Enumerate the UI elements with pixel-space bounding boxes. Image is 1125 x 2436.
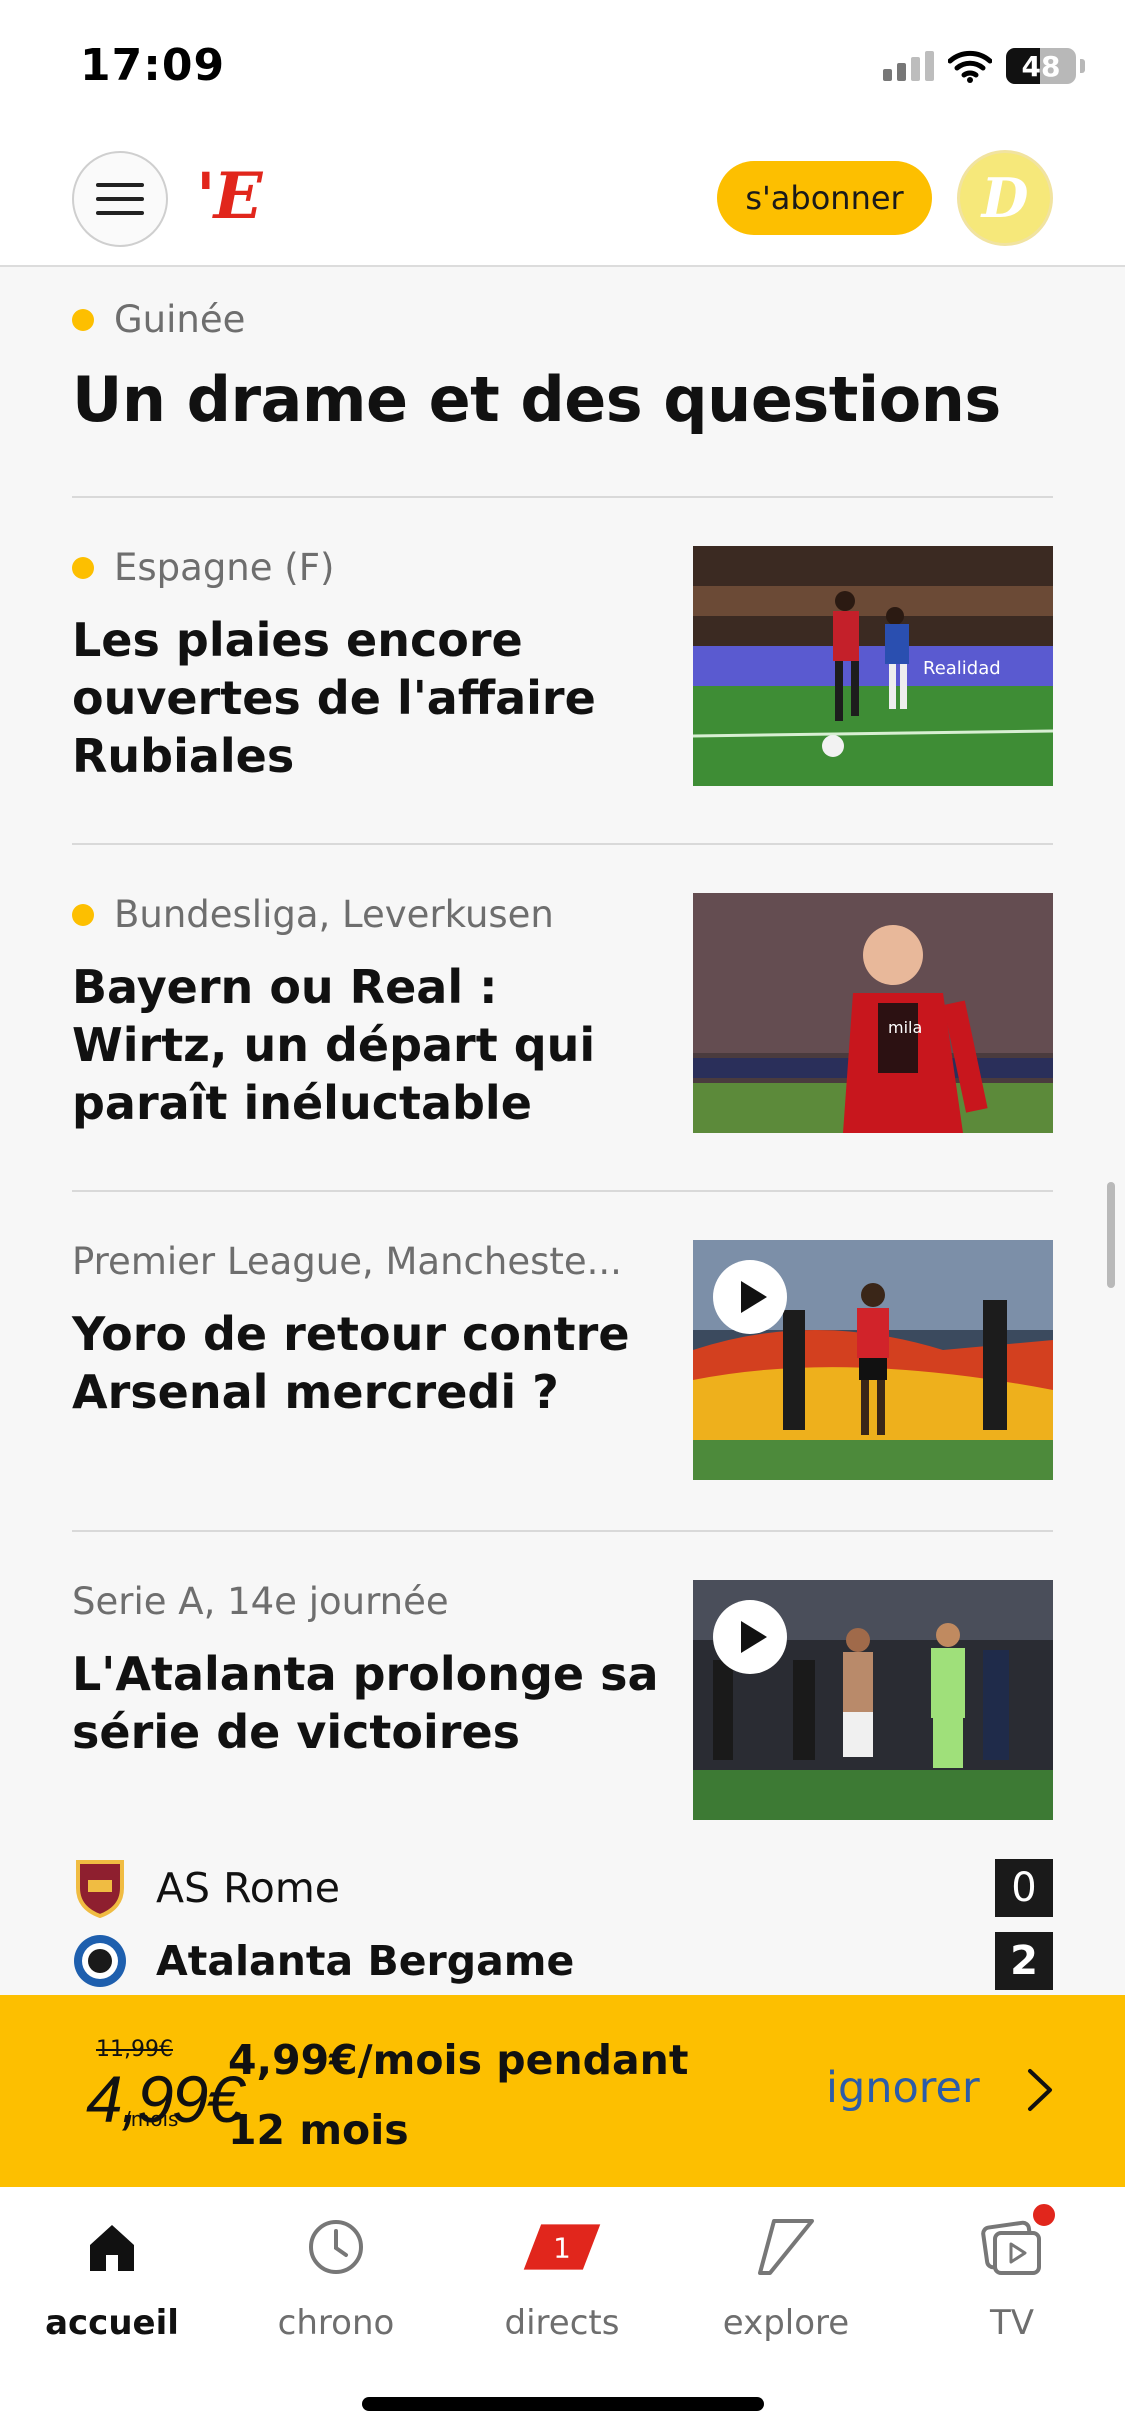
divider: [72, 843, 1053, 845]
team-score: 2: [995, 1932, 1053, 1990]
as-rome-crest-icon: [76, 1860, 124, 1918]
article-thumbnail[interactable]: Realidad: [693, 546, 1053, 786]
video-thumbnail[interactable]: [693, 1580, 1053, 1820]
divider: [72, 496, 1053, 498]
cellular-signal-icon: [883, 51, 934, 81]
article-card[interactable]: Espagne (F) Les plaies encore ouvertes d…: [72, 546, 1053, 786]
category-dot: [72, 556, 94, 579]
tab-tv[interactable]: TV: [912, 2201, 1112, 2347]
svg-text:Realidad: Realidad: [923, 658, 1001, 679]
category-dot: [72, 903, 94, 926]
tab-explore[interactable]: explore: [686, 2207, 886, 2347]
team-score: 0: [995, 1859, 1053, 1917]
top-story-kicker: Guinée: [72, 298, 1053, 341]
article-kicker: Espagne (F): [72, 546, 662, 589]
app-header: 'E s'abonner D: [0, 135, 1125, 267]
battery-icon: 48: [1006, 48, 1076, 84]
lequipe-logo[interactable]: 'E: [196, 159, 262, 234]
hamburger-icon: [96, 183, 144, 187]
status-icons: 48: [883, 48, 1085, 84]
play-icon[interactable]: [713, 1600, 787, 1674]
article-title: Bayern ou Real : Wirtz, un départ qui pa…: [72, 960, 596, 1130]
article-card[interactable]: Serie A, 14e journée L'Atalanta prolonge…: [72, 1580, 1053, 1820]
home-icon: [72, 2207, 152, 2287]
svg-text:mila: mila: [888, 1018, 922, 1037]
article-card[interactable]: Premier League, Mancheste... Yoro de ret…: [72, 1240, 1053, 1480]
status-bar: 17:09 48: [0, 0, 1125, 135]
article-kicker: Premier League, Mancheste...: [72, 1240, 622, 1283]
divider: [72, 1530, 1053, 1532]
article-kicker: Serie A, 14e journée: [72, 1580, 449, 1623]
subscribe-button[interactable]: s'abonner: [717, 161, 932, 235]
notification-dot: [1030, 2201, 1058, 2229]
scoreboard-row[interactable]: AS Rome 0: [72, 1858, 1053, 1918]
chevron-right-icon[interactable]: [1016, 2067, 1062, 2113]
top-story[interactable]: Guinée Un drame et des questions: [72, 298, 1053, 436]
battery-tip: [1080, 59, 1085, 73]
promo-offer-text: 4,99€/mois pendant 12 mois: [228, 2036, 689, 2154]
tab-directs[interactable]: 1 directs: [462, 2207, 662, 2347]
article-title: L'Atalanta prolonge sa série de victoire…: [72, 1647, 659, 1759]
subscription-promo-banner[interactable]: 11,99€ 4,99€* /mois 4,99€/mois pendant 1…: [0, 1995, 1125, 2187]
ignore-button[interactable]: ignorer: [826, 2063, 980, 2113]
play-icon[interactable]: [713, 1260, 787, 1334]
article-title: Les plaies encore ouvertes de l'affaire …: [72, 613, 596, 783]
tab-accueil[interactable]: accueil: [12, 2207, 212, 2347]
live-badge-icon: 1: [522, 2207, 602, 2287]
status-time: 17:09: [80, 40, 226, 91]
tab-label: explore: [722, 2303, 850, 2343]
tab-label: directs: [504, 2303, 620, 2343]
tv-icon: [972, 2201, 1058, 2287]
article-title: Yoro de retour contre Arsenal mercredi ?: [72, 1307, 630, 1419]
top-story-title: Un drame et des questions: [72, 363, 1001, 436]
avatar[interactable]: D: [957, 150, 1053, 246]
article-kicker: Bundesliga, Leverkusen: [72, 893, 662, 936]
tab-label: accueil: [45, 2303, 179, 2343]
article-thumbnail[interactable]: mila: [693, 893, 1053, 1133]
svg-text:1: 1: [553, 2231, 571, 2264]
per-month-label: /mois: [124, 2107, 179, 2131]
article-card[interactable]: Bundesliga, Leverkusen Bayern ou Real : …: [72, 893, 1053, 1133]
battery-percentage: 48: [1021, 49, 1061, 83]
tab-label: TV: [989, 2303, 1035, 2343]
atalanta-crest-icon: [74, 1935, 126, 1987]
old-price: 11,99€: [96, 2037, 173, 2062]
team-name: AS Rome: [156, 1864, 340, 1912]
tab-label: chrono: [277, 2303, 395, 2343]
category-dot: [72, 308, 94, 331]
scoreboard-row[interactable]: Atalanta Bergame 2: [72, 1931, 1053, 1991]
video-thumbnail[interactable]: [693, 1240, 1053, 1480]
home-indicator[interactable]: [362, 2397, 764, 2411]
team-name: Atalanta Bergame: [156, 1937, 575, 1985]
tab-chrono[interactable]: chrono: [236, 2207, 436, 2347]
divider: [72, 1190, 1053, 1192]
menu-button[interactable]: [72, 151, 168, 247]
scrollbar[interactable]: [1107, 1182, 1115, 1288]
clock-icon: [296, 2207, 376, 2287]
explore-icon: [746, 2207, 826, 2287]
wifi-icon: [948, 50, 992, 83]
